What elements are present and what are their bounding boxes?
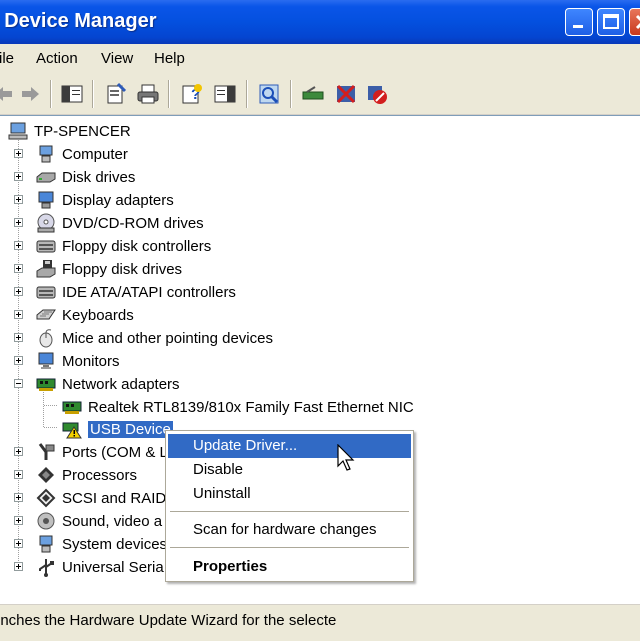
tree-item-usb-device[interactable]: USB Device	[62, 418, 173, 440]
network-card-icon	[36, 378, 56, 391]
controller-icon	[36, 286, 56, 299]
status-bar: unches the Hardware Update Wizard for th…	[0, 604, 640, 641]
mouse-icon	[39, 329, 53, 348]
menu-uninstall[interactable]: Uninstall	[168, 482, 411, 506]
title-bar[interactable]: : Device Manager	[0, 0, 640, 44]
tree-item-usb-controllers[interactable]: Universal Seria	[36, 556, 164, 578]
tree-item-dvd-cdrom[interactable]: DVD/CD-ROM drives	[36, 212, 204, 234]
update-driver-icon[interactable]	[301, 82, 325, 106]
forward-arrow-icon[interactable]	[18, 82, 42, 106]
print-icon[interactable]	[136, 82, 160, 106]
uninstall-icon[interactable]	[334, 82, 358, 106]
warning-device-icon	[62, 422, 82, 439]
expand-toggle[interactable]	[14, 287, 23, 296]
show-hide-action-pane-icon[interactable]	[213, 82, 237, 106]
tree-item-realtek-nic[interactable]: Realtek RTL8139/810x Family Fast Etherne…	[62, 396, 414, 418]
expand-toggle[interactable]	[14, 470, 23, 479]
tree-item-monitors[interactable]: Monitors	[36, 350, 120, 372]
menu-disable[interactable]: Disable	[168, 458, 411, 482]
keyboard-icon	[36, 309, 56, 320]
processor-icon	[38, 467, 54, 483]
toolbar-separator	[168, 80, 170, 108]
context-menu: Update Driver... Disable Uninstall Scan …	[165, 430, 414, 582]
tree-item-floppy-controllers[interactable]: Floppy disk controllers	[36, 235, 211, 257]
tree-item-system-devices[interactable]: System devices	[36, 533, 167, 555]
toolbar-separator	[290, 80, 292, 108]
toolbar-separator	[50, 80, 52, 108]
menu-help[interactable]: Help	[154, 50, 185, 67]
maximize-button[interactable]	[597, 8, 625, 36]
expand-toggle[interactable]	[14, 149, 23, 158]
disable-icon[interactable]	[365, 82, 389, 106]
expand-toggle[interactable]	[14, 516, 23, 525]
display-adapter-icon	[38, 191, 54, 209]
menu-action[interactable]: Action	[36, 50, 78, 67]
menu-bar: ile Action View Help	[0, 44, 640, 74]
expand-toggle[interactable]	[14, 241, 23, 250]
help-icon[interactable]: ?	[180, 82, 204, 106]
monitor-icon	[38, 352, 54, 369]
scsi-icon	[36, 488, 56, 508]
expand-toggle[interactable]	[14, 539, 23, 548]
menu-separator	[170, 547, 409, 548]
usb-icon	[39, 559, 54, 577]
tree-item-floppy-drives[interactable]: Floppy disk drives	[36, 258, 182, 280]
controller-icon	[36, 240, 56, 253]
tree-item-ide-controllers[interactable]: IDE ATA/ATAPI controllers	[36, 281, 236, 303]
expand-toggle[interactable]	[14, 218, 23, 227]
tree-item-mice[interactable]: Mice and other pointing devices	[36, 327, 273, 349]
floppy-icon	[36, 260, 56, 278]
expand-toggle[interactable]	[14, 447, 23, 456]
tree-item-display-adapters[interactable]: Display adapters	[36, 189, 174, 211]
tree-item-keyboards[interactable]: Keyboards	[36, 304, 134, 326]
tree-item-computer[interactable]: Computer	[36, 143, 128, 165]
collapse-toggle[interactable]	[14, 379, 23, 388]
menu-properties[interactable]: Properties	[168, 555, 411, 579]
expand-toggle[interactable]	[14, 172, 23, 181]
tree-item-network-adapters[interactable]: Network adapters	[36, 373, 180, 395]
window-title: : Device Manager	[4, 10, 157, 32]
menu-scan-hardware[interactable]: Scan for hardware changes	[168, 518, 411, 542]
menu-update-driver[interactable]: Update Driver...	[168, 434, 411, 458]
tree-item-ports[interactable]: Ports (COM & L	[36, 441, 168, 463]
disk-drive-icon	[36, 172, 56, 183]
toolbar-separator	[246, 80, 248, 108]
tree-item-disk-drives[interactable]: Disk drives	[36, 166, 135, 188]
tree-root-label: TP-SPENCER	[34, 122, 131, 140]
status-text: unches the Hardware Update Wizard for th…	[0, 612, 337, 629]
toolbar-separator	[92, 80, 94, 108]
computer-icon	[8, 122, 28, 140]
scan-hardware-icon[interactable]	[257, 82, 281, 106]
back-arrow-icon[interactable]	[0, 82, 16, 106]
properties-icon[interactable]	[104, 82, 128, 106]
expand-toggle[interactable]	[14, 562, 23, 571]
menu-file[interactable]: ile	[0, 50, 14, 67]
expand-toggle[interactable]	[14, 195, 23, 204]
mouse-cursor-icon	[337, 444, 355, 471]
tree-item-scsi-raid[interactable]: SCSI and RAID	[36, 487, 166, 509]
expand-toggle[interactable]	[14, 493, 23, 502]
network-card-icon	[62, 401, 82, 414]
toolbar: ?	[0, 74, 640, 115]
expand-toggle[interactable]	[14, 356, 23, 365]
computer-icon	[39, 145, 53, 163]
expand-toggle[interactable]	[14, 333, 23, 342]
tree-root[interactable]: TP-SPENCER	[8, 120, 131, 142]
close-button[interactable]	[629, 8, 640, 36]
minimize-button[interactable]	[565, 8, 593, 36]
menu-view[interactable]: View	[101, 50, 133, 67]
selected-label: USB Device	[88, 420, 173, 438]
tree-item-sound-video[interactable]: Sound, video a	[36, 510, 162, 532]
cdrom-icon	[37, 213, 55, 233]
expand-toggle[interactable]	[14, 264, 23, 273]
menu-separator	[170, 511, 409, 512]
system-icon	[39, 535, 53, 553]
port-icon	[38, 443, 55, 460]
expand-toggle[interactable]	[14, 310, 23, 319]
tree-item-processors[interactable]: Processors	[36, 464, 137, 486]
sound-icon	[37, 512, 55, 530]
show-hide-console-tree-icon[interactable]	[60, 82, 84, 106]
